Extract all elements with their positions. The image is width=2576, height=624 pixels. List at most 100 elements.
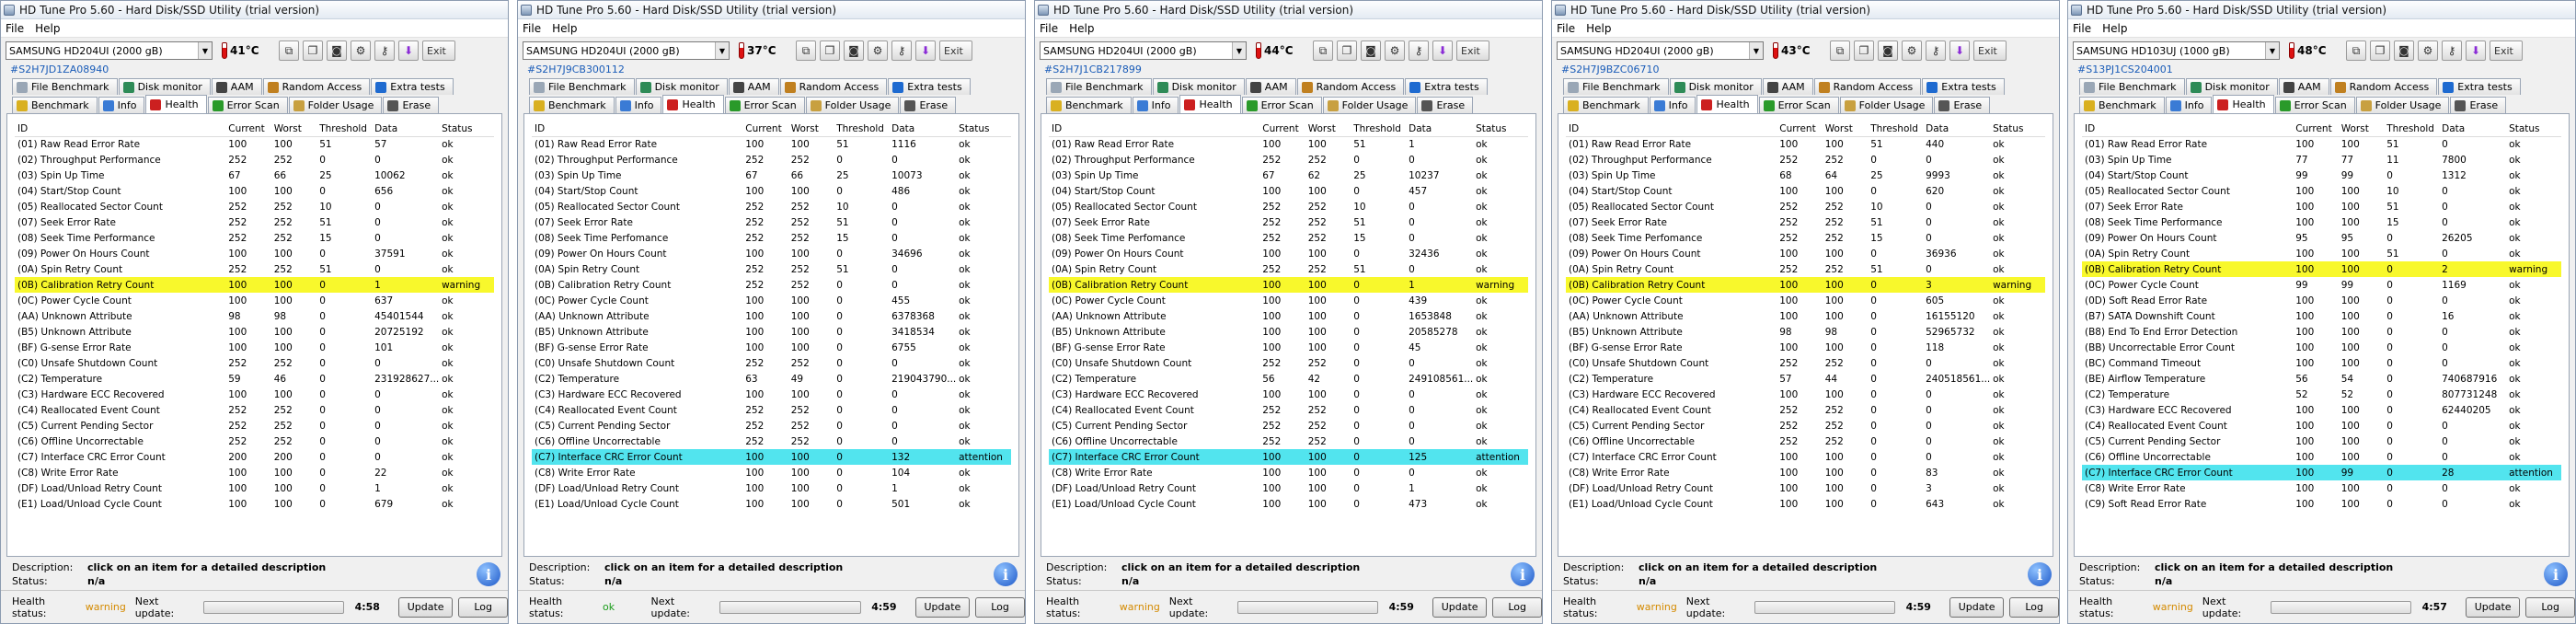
table-row[interactable]: (01) Raw Read Error Rate 100 100 51 0 ok bbox=[2082, 136, 2561, 152]
table-row[interactable]: (C6) Offline Uncorrectable 252 252 0 0 ok bbox=[1049, 433, 1528, 449]
copy-icon[interactable]: ⧉ bbox=[1313, 40, 1333, 61]
table-row[interactable]: (0C) Power Cycle Count 100 100 0 605 ok bbox=[1566, 293, 2045, 308]
table-row[interactable]: (C2) Temperature 56 42 0 249108561... ok bbox=[1049, 371, 1528, 387]
tab-error-scan[interactable]: Error Scan bbox=[207, 97, 288, 113]
tab-extra-tests[interactable]: Extra tests bbox=[1405, 78, 1488, 95]
table-row[interactable]: (01) Raw Read Error Rate 100 100 51 440 ok bbox=[1566, 136, 2045, 152]
tab-folder-usage[interactable]: Folder Usage bbox=[805, 97, 900, 113]
menu-help[interactable]: Help bbox=[1586, 22, 1611, 35]
copy-all-icon[interactable]: ❐ bbox=[303, 40, 323, 61]
table-row[interactable]: (08) Seek Time Performance 252 252 15 0 ok bbox=[15, 230, 494, 246]
table-row[interactable]: (B5) Unknown Attribute 100 100 0 20585278 ok bbox=[1049, 324, 1528, 340]
column-header[interactable]: ID bbox=[1049, 121, 1260, 137]
table-row[interactable]: (09) Power On Hours Count 100 100 0 32436 ok bbox=[1049, 246, 1528, 261]
table-row[interactable]: (0B) Calibration Retry Count 100 100 0 1 warn… bbox=[1049, 277, 1528, 293]
options-icon[interactable]: ⚙ bbox=[2418, 40, 2438, 61]
exit-button[interactable]: Exit bbox=[422, 40, 455, 61]
table-row[interactable]: (C4) Reallocated Event Count 252 252 0 0 ok bbox=[1049, 402, 1528, 418]
table-row[interactable]: (C4) Reallocated Event Count 252 252 0 0 ok bbox=[15, 402, 494, 418]
table-row[interactable]: (AA) Unknown Attribute 100 100 0 16155120 ok bbox=[1566, 308, 2045, 324]
copy-icon[interactable]: ⧉ bbox=[1830, 40, 1850, 61]
table-row[interactable]: (C5) Current Pending Sector 252 252 0 0 ok bbox=[1049, 418, 1528, 433]
table-row[interactable]: (07) Seek Error Rate 252 252 51 0 ok bbox=[532, 214, 1011, 230]
log-button[interactable]: Log bbox=[1492, 596, 1542, 618]
menu-file[interactable]: File bbox=[1557, 22, 1575, 35]
table-row[interactable]: (C2) Temperature 59 46 0 231928627... ok bbox=[15, 371, 494, 387]
table-row[interactable]: (0B) Calibration Retry Count 252 252 0 0 ok bbox=[532, 277, 1011, 293]
tab-info[interactable]: Info bbox=[615, 97, 662, 113]
table-row[interactable]: (0D) Soft Read Error Rate 100 100 0 0 ok bbox=[2082, 293, 2561, 308]
tab-disk-monitor[interactable]: Disk monitor bbox=[1152, 78, 1245, 95]
table-row[interactable]: (0A) Spin Retry Count 100 100 51 0 ok bbox=[2082, 246, 2561, 261]
update-button[interactable]: Update bbox=[397, 596, 454, 618]
table-row[interactable]: (E1) Load/Unload Cycle Count 100 100 0 473 ok bbox=[1049, 496, 1528, 512]
column-header[interactable]: Worst bbox=[788, 121, 834, 137]
column-header[interactable]: Status bbox=[1990, 121, 2045, 137]
table-row[interactable]: (C4) Reallocated Event Count 252 252 0 0 ok bbox=[532, 402, 1011, 418]
table-row[interactable]: (AA) Unknown Attribute 100 100 0 6378368 ok bbox=[532, 308, 1011, 324]
table-row[interactable]: (0C) Power Cycle Count 100 100 0 439 ok bbox=[1049, 293, 1528, 308]
column-header[interactable]: Worst bbox=[270, 121, 317, 137]
table-row[interactable]: (C9) Soft Read Error Rate 100 100 0 0 ok bbox=[2082, 496, 2561, 512]
table-row[interactable]: (05) Reallocated Sector Count 252 252 10 0 ok bbox=[1566, 199, 2045, 214]
tab-info[interactable]: Info bbox=[98, 97, 145, 113]
column-header[interactable]: Threshold bbox=[834, 121, 890, 137]
key-icon[interactable]: ⚷ bbox=[891, 40, 912, 61]
table-row[interactable]: (08) Seek Time Perfomance 252 252 15 0 ok bbox=[532, 230, 1011, 246]
table-row[interactable]: (05) Reallocated Sector Count 252 252 10 0 ok bbox=[532, 199, 1011, 214]
table-row[interactable]: (08) Seek Time Perfomance 252 252 15 0 ok bbox=[1049, 230, 1528, 246]
tab-extra-tests[interactable]: Extra tests bbox=[888, 78, 971, 95]
table-row[interactable]: (AA) Unknown Attribute 100 100 0 1653848 ok bbox=[1049, 308, 1528, 324]
column-header[interactable]: Threshold bbox=[1868, 121, 1924, 137]
table-row[interactable]: (C3) Hardware ECC Recovered 100 100 0 0 ok bbox=[532, 387, 1011, 402]
column-header[interactable]: ID bbox=[2082, 121, 2294, 137]
table-row[interactable]: (C4) Reallocated Event Count 100 100 0 0 ok bbox=[2082, 418, 2561, 433]
update-button[interactable]: Update bbox=[914, 596, 971, 618]
tab-disk-monitor[interactable]: Disk monitor bbox=[635, 78, 728, 95]
table-row[interactable]: (04) Start/Stop Count 100 100 0 620 ok bbox=[1566, 183, 2045, 199]
table-row[interactable]: (C7) Interface CRC Error Count 100 100 0 125… bbox=[1049, 449, 1528, 465]
column-header[interactable]: Data bbox=[1406, 121, 1474, 137]
table-row[interactable]: (09) Power On Hours Count 100 100 0 36936 ok bbox=[1566, 246, 2045, 261]
table-row[interactable]: (C0) Unsafe Shutdown Count 252 252 0 0 ok bbox=[1049, 355, 1528, 371]
table-row[interactable]: (C7) Interface CRC Error Count 100 99 0 28 at… bbox=[2082, 465, 2561, 480]
log-button[interactable]: Log bbox=[2525, 596, 2575, 618]
table-row[interactable]: (BF) G-sense Error Rate 100 100 0 45 ok bbox=[1049, 340, 1528, 355]
tab-erase[interactable]: Erase bbox=[2450, 97, 2507, 113]
drive-select[interactable]: SAMSUNG HD204UI (2000 gB) ▼ bbox=[1557, 41, 1764, 60]
tab-disk-monitor[interactable]: Disk monitor bbox=[118, 78, 211, 95]
column-header[interactable]: Current bbox=[2293, 121, 2339, 137]
column-header[interactable]: ID bbox=[532, 121, 743, 137]
tab-aam[interactable]: AAM bbox=[2278, 78, 2329, 95]
table-row[interactable]: (07) Seek Error Rate 100 100 51 0 ok bbox=[2082, 199, 2561, 214]
options-icon[interactable]: ⚙ bbox=[1902, 40, 1922, 61]
copy-icon[interactable]: ⧉ bbox=[2346, 40, 2366, 61]
table-row[interactable]: (B5) Unknown Attribute 100 100 0 20725192 ok bbox=[15, 324, 494, 340]
table-row[interactable]: (BF) G-sense Error Rate 100 100 0 118 ok bbox=[1566, 340, 2045, 355]
column-header[interactable]: Status bbox=[2506, 121, 2561, 137]
table-row[interactable]: (B5) Unknown Attribute 100 100 0 3418534 ok bbox=[532, 324, 1011, 340]
update-button[interactable]: Update bbox=[1949, 596, 2005, 618]
column-header[interactable]: Worst bbox=[1822, 121, 1869, 137]
table-row[interactable]: (C3) Hardware ECC Recovered 100 100 0 0 ok bbox=[1049, 387, 1528, 402]
tab-erase[interactable]: Erase bbox=[1934, 97, 1991, 113]
table-row[interactable]: (DF) Load/Unload Retry Count 100 100 0 1 ok bbox=[1049, 480, 1528, 496]
key-icon[interactable]: ⚷ bbox=[1926, 40, 1946, 61]
tab-info[interactable]: Info bbox=[1132, 97, 1179, 113]
table-row[interactable]: (09) Power On Hours Count 100 100 0 34696 ok bbox=[532, 246, 1011, 261]
tab-benchmark[interactable]: Benchmark bbox=[12, 97, 98, 113]
table-row[interactable]: (03) Spin Up Time 68 64 25 9993 ok bbox=[1566, 168, 2045, 183]
tab-random-access[interactable]: Random Access bbox=[1296, 78, 1405, 95]
copy-icon[interactable]: ⧉ bbox=[796, 40, 816, 61]
screenshot-icon[interactable]: ◙ bbox=[1361, 40, 1381, 61]
update-button[interactable]: Update bbox=[1432, 596, 1488, 618]
menu-help[interactable]: Help bbox=[2102, 22, 2127, 35]
table-row[interactable]: (03) Spin Up Time 77 77 11 7800 ok bbox=[2082, 152, 2561, 168]
table-row[interactable]: (C2) Temperature 57 44 0 240518561... ok bbox=[1566, 371, 2045, 387]
drive-select[interactable]: SAMSUNG HD204UI (2000 gB) ▼ bbox=[6, 41, 213, 60]
menu-file[interactable]: File bbox=[2073, 22, 2091, 35]
copy-all-icon[interactable]: ❐ bbox=[1337, 40, 1357, 61]
table-row[interactable]: (C6) Offline Uncorrectable 252 252 0 0 ok bbox=[1566, 433, 2045, 449]
table-row[interactable]: (B5) Unknown Attribute 98 98 0 52965732 ok bbox=[1566, 324, 2045, 340]
tab-extra-tests[interactable]: Extra tests bbox=[1922, 78, 2005, 95]
